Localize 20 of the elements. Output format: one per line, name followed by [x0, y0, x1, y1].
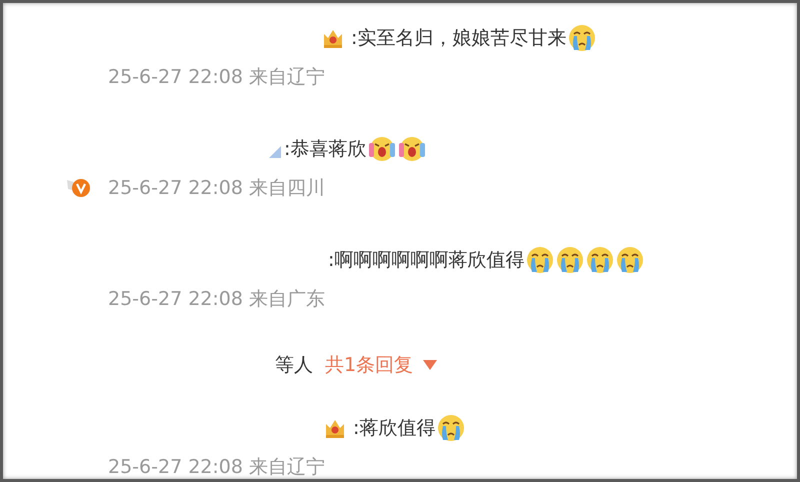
comment-text: :实至名归，娘娘苦尽甘来: [351, 26, 566, 51]
crying-face-icon: [437, 414, 466, 442]
comment-text: :啊啊啊啊啊啊蒋欣值得: [328, 248, 524, 273]
crying-face-icon: [556, 246, 584, 274]
comment-text: :恭喜蒋欣: [284, 137, 366, 162]
reply-prefix: 等人: [275, 353, 313, 378]
crying-face-icon: [526, 246, 554, 274]
caret-icon: [423, 360, 438, 370]
comment-meta: 25-6-27 22:08 来自四川: [108, 176, 326, 201]
comment-meta: 25-6-27 22:08 来自辽宁: [108, 65, 326, 90]
comment-text: :蒋欣值得: [353, 416, 436, 441]
crying-face-icon: [568, 24, 596, 52]
replies-link[interactable]: 共1条回复: [325, 352, 438, 378]
comment-meta: 25-6-27 22:08 来自辽宁: [108, 455, 326, 479]
crying-face-icon: [616, 246, 644, 274]
comment-meta: 25-6-27 22:08 来自广东: [108, 287, 326, 312]
shouting-face-icon: [398, 135, 426, 163]
shouting-face-icon: [368, 135, 396, 163]
corner-mark-icon: [269, 146, 281, 158]
crying-face-icon: [586, 246, 614, 274]
